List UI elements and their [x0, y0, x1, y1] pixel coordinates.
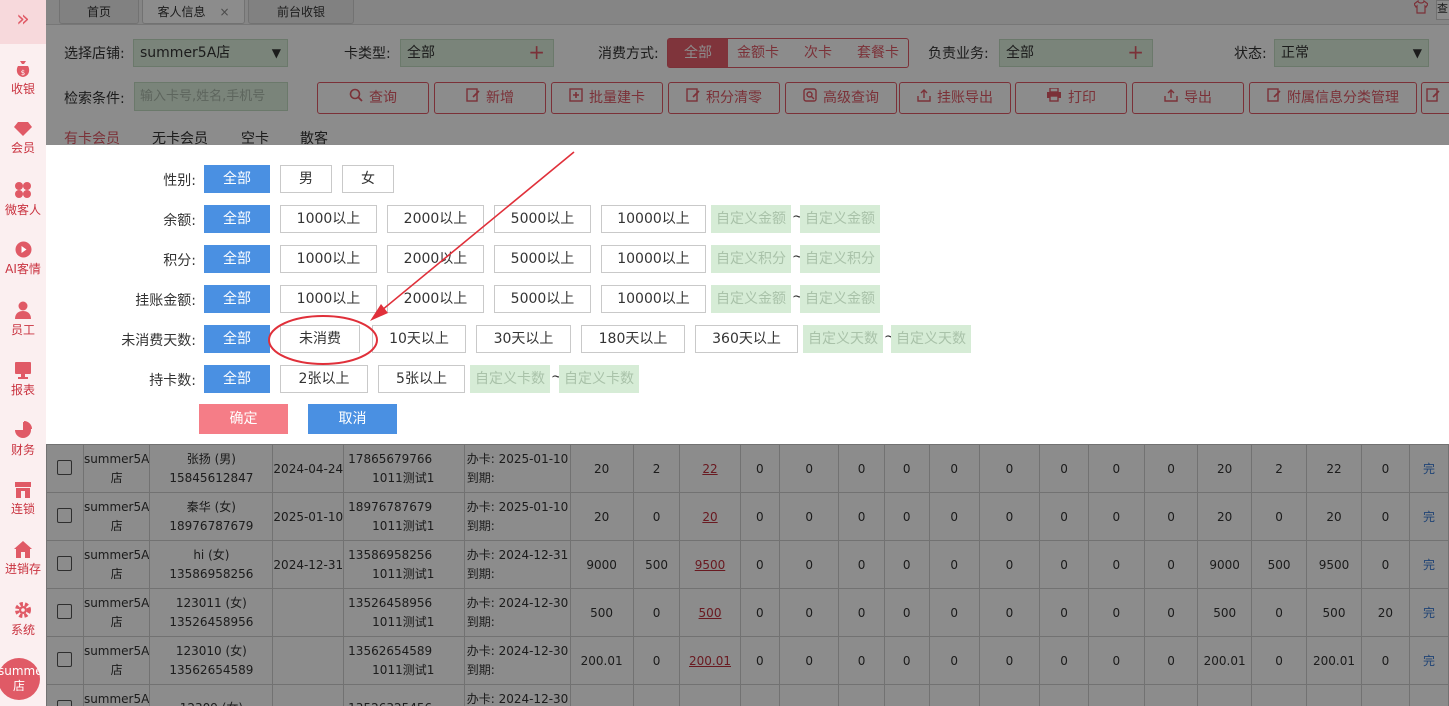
sidebar-item-label: 报表: [10, 383, 35, 397]
sidebar-item-label: 收银: [10, 82, 35, 96]
gender-option-male[interactable]: 男: [280, 165, 332, 193]
balance-option-2000[interactable]: 2000以上: [387, 205, 484, 233]
house-icon: [14, 541, 32, 558]
sidebar-item-label: 员工: [10, 323, 35, 337]
credit-option-all[interactable]: 全部: [204, 285, 270, 313]
idle-days-custom-max-input[interactable]: 自定义天数: [891, 325, 971, 353]
gear-icon: [15, 602, 31, 618]
points-custom-max-input[interactable]: 自定义积分: [800, 245, 880, 273]
credit-option-10000[interactable]: 10000以上: [601, 285, 706, 313]
sidebar-item-member[interactable]: 会员: [0, 121, 46, 156]
balance-option-5000[interactable]: 5000以上: [494, 205, 591, 233]
idle-days-option-10[interactable]: 10天以上: [372, 325, 466, 353]
credit-option-1000[interactable]: 1000以上: [280, 285, 377, 313]
card-count-option-5[interactable]: 5张以上: [378, 365, 465, 393]
credit-option-2000[interactable]: 2000以上: [387, 285, 484, 313]
idle-days-option-180[interactable]: 180天以上: [581, 325, 685, 353]
card-count-custom-min-input[interactable]: 自定义卡数: [470, 365, 550, 393]
balance-option-10000[interactable]: 10000以上: [601, 205, 706, 233]
person-icon: [15, 301, 31, 319]
balance-custom-max-input[interactable]: 自定义金额: [800, 205, 880, 233]
svg-text:$: $: [21, 69, 25, 77]
cancel-button[interactable]: 取消: [308, 404, 397, 434]
points-option-5000[interactable]: 5000以上: [494, 245, 591, 273]
sidebar-item-label: 连锁: [10, 502, 35, 516]
sidebar-item-label: AI客情: [5, 262, 41, 276]
sidebar-item-ai-guest[interactable]: AI客情: [0, 241, 46, 277]
card-count-option-2[interactable]: 2张以上: [280, 365, 368, 393]
sidebar-item-report[interactable]: 报表: [0, 361, 46, 398]
idle-days-option-360[interactable]: 360天以上: [695, 325, 798, 353]
points-option-all[interactable]: 全部: [204, 245, 270, 273]
card-count-custom-max-input[interactable]: 自定义卡数: [559, 365, 639, 393]
gender-option-female[interactable]: 女: [342, 165, 394, 193]
gender-label: 性别:: [163, 173, 196, 189]
points-custom-min-input[interactable]: 自定义积分: [711, 245, 791, 273]
expand-sidebar-icon[interactable]: »: [0, 0, 46, 44]
sidebar-item-micro-guest[interactable]: 微客人: [0, 181, 46, 218]
credit-custom-max-input[interactable]: 自定义金额: [800, 285, 880, 313]
idle-days-option-30[interactable]: 30天以上: [476, 325, 571, 353]
sidebar-item-label: 系统: [10, 623, 35, 637]
balance-label: 余额:: [163, 213, 196, 229]
credit-option-5000[interactable]: 5000以上: [494, 285, 591, 313]
balance-custom-min-input[interactable]: 自定义金额: [711, 205, 791, 233]
points-option-10000[interactable]: 10000以上: [601, 245, 706, 273]
idle-days-custom-min-input[interactable]: 自定义天数: [803, 325, 883, 353]
sidebar-item-label: 会员: [10, 141, 35, 155]
points-option-2000[interactable]: 2000以上: [387, 245, 484, 273]
avatar[interactable]: summer5A店: [0, 658, 40, 700]
balance-option-all[interactable]: 全部: [204, 205, 270, 233]
credit-amount-label: 挂账金额:: [135, 293, 196, 309]
sidebar-item-label: 进销存: [4, 562, 41, 576]
credit-custom-min-input[interactable]: 自定义金额: [711, 285, 791, 313]
idle-days-option-all[interactable]: 全部: [204, 325, 270, 353]
diamond-icon: [14, 122, 32, 136]
sidebar-item-label: 财务: [10, 443, 35, 457]
gender-option-all[interactable]: 全部: [204, 165, 270, 193]
play-circle-icon: [15, 241, 31, 258]
card-count-option-all[interactable]: 全部: [204, 365, 270, 393]
sidebar-item-cashier[interactable]: $ 收银: [0, 60, 46, 97]
card-count-label: 持卡数:: [149, 373, 196, 389]
monitor-icon: [15, 362, 31, 379]
left-sidebar: » $ 收银 会员 微客人 AI客情 员工 报表 财务 连锁 进销存 系统 su…: [0, 0, 46, 706]
sidebar-item-chain[interactable]: 连锁: [0, 481, 46, 517]
sidebar-item-inventory[interactable]: 进销存: [0, 541, 46, 577]
points-label: 积分:: [163, 253, 196, 269]
confirm-button[interactable]: 确定: [199, 404, 288, 434]
money-bag-icon: $: [16, 61, 30, 77]
sidebar-item-staff[interactable]: 员工: [0, 301, 46, 338]
sidebar-item-label: 微客人: [4, 203, 41, 217]
sidebar-item-system[interactable]: 系统: [0, 601, 46, 638]
advanced-filter-panel: 性别: 全部 男 女 余额: 全部 1000以上 2000以上 5000以上 1…: [46, 145, 1449, 444]
clover-icon: [15, 182, 31, 198]
idle-days-option-never[interactable]: 未消费: [280, 325, 360, 353]
sidebar-item-finance[interactable]: 财务: [0, 421, 46, 458]
pie-chart-icon: [15, 421, 32, 438]
idle-days-label: 未消费天数:: [121, 333, 196, 349]
store-icon: [15, 482, 31, 498]
points-option-1000[interactable]: 1000以上: [280, 245, 377, 273]
balance-option-1000[interactable]: 1000以上: [280, 205, 377, 233]
